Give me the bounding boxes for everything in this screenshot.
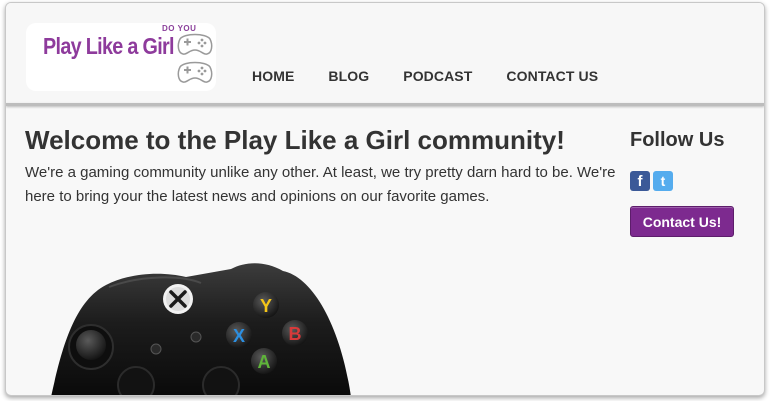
svg-text:X: X <box>233 326 245 346</box>
nav-podcast[interactable]: PODCAST <box>403 68 472 84</box>
logo-title: Play Like a Girl <box>43 33 175 59</box>
header-divider <box>6 103 764 106</box>
intro-text: We're a gaming community unlike any othe… <box>25 164 616 205</box>
face-button-x: X <box>226 322 252 348</box>
page-title: Welcome to the Play Like a Girl communit… <box>25 125 565 155</box>
site-logo[interactable]: DO YOU Play Like a Girl <box>26 23 216 91</box>
facebook-icon[interactable]: f <box>630 171 650 191</box>
xbox-controller-image: Y X B A <box>51 263 351 395</box>
face-button-y: Y <box>253 292 279 318</box>
face-button-a: A <box>251 348 277 374</box>
site-header: DO YOU Play Like a Girl HOME BLOG PODCAS… <box>6 3 764 103</box>
main-nav: HOME BLOG PODCAST CONTACT US <box>252 68 632 84</box>
svg-text:A: A <box>258 352 271 372</box>
svg-text:Y: Y <box>260 296 272 316</box>
face-button-b: B <box>282 320 308 346</box>
nav-blog[interactable]: BLOG <box>328 68 369 84</box>
social-links: f t <box>630 171 676 191</box>
nav-contact-us[interactable]: CONTACT US <box>506 68 598 84</box>
contact-us-button[interactable]: Contact Us! <box>630 206 734 237</box>
browser-window: DO YOU Play Like a Girl HOME BLOG PODCAS… <box>5 2 765 396</box>
svg-text:B: B <box>289 324 302 344</box>
follow-us-heading: Follow Us <box>630 129 725 151</box>
game-controller-icon <box>177 33 213 83</box>
twitter-icon[interactable]: t <box>653 171 673 191</box>
nav-home[interactable]: HOME <box>252 68 294 84</box>
